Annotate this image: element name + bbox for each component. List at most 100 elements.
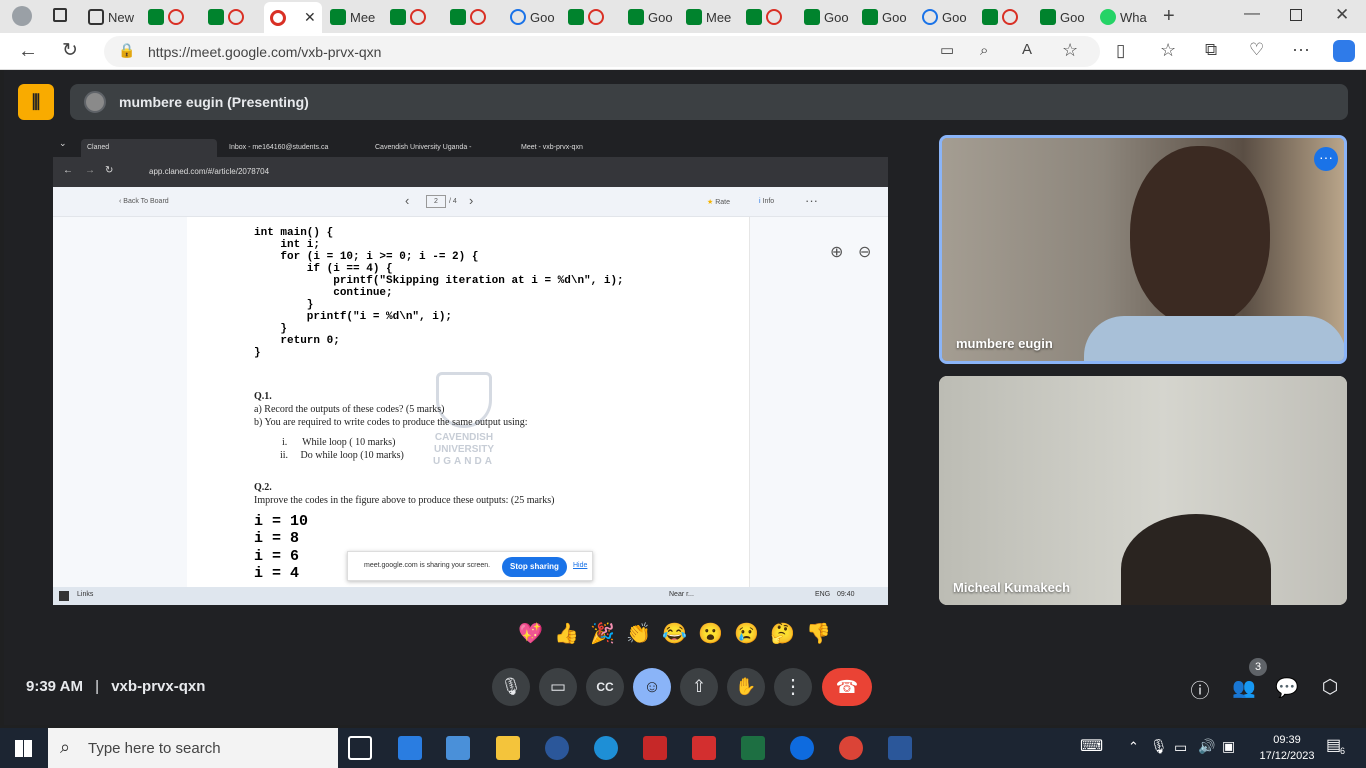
meet-icon	[686, 9, 702, 25]
browser-tab[interactable]: Mee	[686, 4, 738, 30]
q1-a: a) Record the outputs of these codes? (5…	[254, 404, 445, 415]
chrome-icon[interactable]	[839, 736, 863, 760]
network-icon[interactable]: ▣	[1222, 739, 1235, 753]
reader-right-panel: ⊕ ⊖	[750, 217, 888, 587]
read-aloud-icon[interactable]: A	[1022, 42, 1032, 57]
restore-icon[interactable]	[1290, 9, 1302, 21]
system-clock[interactable]: 09:39 17/12/2023	[1253, 732, 1321, 764]
reaction-thumbs-down[interactable]: 👎	[806, 622, 831, 646]
shared-address-bar: ← → ↻ app.claned.com/#/article/2078704	[53, 157, 888, 187]
keyboard-icon[interactable]: ⌨	[1080, 739, 1103, 755]
microphone-button[interactable]: 🎙	[492, 668, 530, 706]
browser-tab[interactable]: Goo	[862, 4, 914, 30]
browser-tab[interactable]: Goo	[922, 4, 974, 30]
task-view-icon[interactable]	[348, 736, 372, 760]
reaction-party[interactable]: 🎉	[590, 622, 615, 646]
zotero-icon[interactable]	[692, 736, 716, 760]
notifications-icon[interactable]: ▤	[1326, 738, 1341, 754]
people-icon[interactable]: 👥	[1232, 676, 1256, 700]
browser-tab[interactable]: Goo	[510, 4, 562, 30]
word-icon[interactable]	[888, 736, 912, 760]
collections-icon[interactable]: ⧉	[1205, 41, 1217, 58]
reaction-surprised[interactable]: 😮	[698, 622, 723, 646]
meet-icon	[982, 9, 998, 25]
settings-more-icon[interactable]: ···	[1292, 40, 1310, 58]
excel-icon[interactable]	[741, 736, 765, 760]
screen-recorder-icon[interactable]	[643, 736, 667, 760]
favorite-star-icon[interactable]: ☆	[1062, 41, 1078, 59]
recording-icon	[168, 9, 184, 25]
chat-icon[interactable]: 💬	[1275, 676, 1299, 700]
webex-icon[interactable]	[790, 736, 814, 760]
activities-icon[interactable]: ⬡	[1318, 676, 1342, 699]
reactions-button[interactable]: ☺	[633, 668, 671, 706]
browser-tab[interactable]	[208, 4, 260, 30]
browser-tab[interactable]	[568, 4, 620, 30]
browser-tab[interactable]: Goo	[804, 4, 856, 30]
browser-tab[interactable]	[746, 4, 798, 30]
split-screen-icon[interactable]: ▯	[1116, 42, 1125, 59]
minimize-icon[interactable]: —	[1244, 6, 1260, 22]
browser-tab[interactable]: Mee	[330, 4, 382, 30]
shared-tab: Meet - vxb-prvx-qxn	[521, 144, 583, 151]
raise-hand-button[interactable]: ✋	[727, 668, 765, 706]
battery-icon[interactable]: ▭	[1174, 740, 1187, 754]
meeting-details-icon[interactable]: ⓘ	[1188, 676, 1212, 703]
browser-tab[interactable]	[982, 4, 1034, 30]
browser-tab-active[interactable]: ✕	[264, 2, 322, 33]
browser-essentials-icon[interactable]: ♡	[1249, 41, 1264, 58]
reaction-thumbs-up[interactable]: 👍	[554, 622, 579, 646]
windows-start-icon[interactable]	[15, 740, 32, 757]
volume-icon[interactable]: 🔊	[1198, 739, 1215, 753]
browser-tab[interactable]	[450, 4, 502, 30]
more-options-icon[interactable]: ···	[1314, 147, 1338, 171]
mail-icon[interactable]	[398, 736, 422, 760]
reaction-laugh[interactable]: 😂	[662, 622, 687, 646]
refresh-icon[interactable]: ↻	[62, 41, 78, 60]
participant-tile-active[interactable]: ··· mumbere eugin	[939, 135, 1347, 364]
zoom-icon[interactable]: ⌕	[980, 43, 988, 58]
url-field[interactable]: 🔒 https://meet.google.com/vxb-prvx-qxn ▭…	[104, 36, 1100, 67]
camera-icon: ▭	[549, 677, 567, 696]
reaction-thinking[interactable]: 🤔	[770, 622, 795, 646]
tab-actions-icon[interactable]	[53, 8, 67, 22]
microphone-tray-icon[interactable]: 🎙	[1150, 739, 1168, 753]
url-text: https://meet.google.com/vxb-prvx-qxn	[148, 44, 382, 60]
camera-in-use-icon[interactable]: ▭	[940, 43, 954, 58]
file-explorer-icon[interactable]	[496, 736, 520, 760]
leave-call-button[interactable]: ☎	[822, 668, 872, 706]
camera-button[interactable]: ▭	[539, 668, 577, 706]
reaction-sad[interactable]: 😢	[734, 622, 759, 646]
browser-tab[interactable]	[148, 4, 200, 30]
browser-tab[interactable]: Goo	[628, 4, 680, 30]
browser-tab[interactable]: Wha	[1100, 4, 1152, 30]
participant-tile[interactable]: Micheal Kumakech	[939, 376, 1347, 605]
browser-tab-strip: New ✕ Mee Goo Goo Mee Goo Goo Goo Goo Wh…	[0, 0, 1366, 33]
edge-icon[interactable]	[594, 736, 618, 760]
back-to-board-link: ‹ Back To Board	[119, 198, 169, 205]
q1-title: Q.1.	[254, 391, 272, 402]
new-tab-icon[interactable]: +	[1163, 6, 1175, 26]
profile-icon[interactable]	[12, 6, 32, 26]
close-window-icon[interactable]: ✕	[1335, 6, 1349, 23]
browser-tab[interactable]: Goo	[1040, 4, 1092, 30]
copilot-icon[interactable]	[1333, 40, 1355, 62]
meet-icon	[568, 9, 584, 25]
captions-button[interactable]: CC	[586, 668, 624, 706]
browser-tab[interactable]	[390, 4, 442, 30]
lock-icon: 🔒	[118, 42, 136, 58]
tab-close-icon[interactable]: ✕	[304, 9, 316, 26]
recording-icon	[270, 9, 286, 26]
store-icon[interactable]	[446, 736, 470, 760]
present-button[interactable]: ⇧	[680, 668, 718, 706]
favorites-icon[interactable]: ☆	[1160, 41, 1176, 59]
browser-tab[interactable]: New	[88, 4, 140, 30]
back-icon[interactable]: ←	[18, 41, 38, 61]
more-options-button[interactable]: ⋮	[774, 668, 812, 706]
chevron-up-icon[interactable]: ⌃	[1128, 740, 1139, 753]
search-box[interactable]: ⌕ Type here to search	[48, 728, 338, 768]
meet-icon	[208, 9, 224, 25]
word-online-icon[interactable]	[545, 736, 569, 760]
reaction-clap[interactable]: 👏	[626, 622, 651, 646]
reaction-heart[interactable]: 💖	[518, 622, 543, 646]
